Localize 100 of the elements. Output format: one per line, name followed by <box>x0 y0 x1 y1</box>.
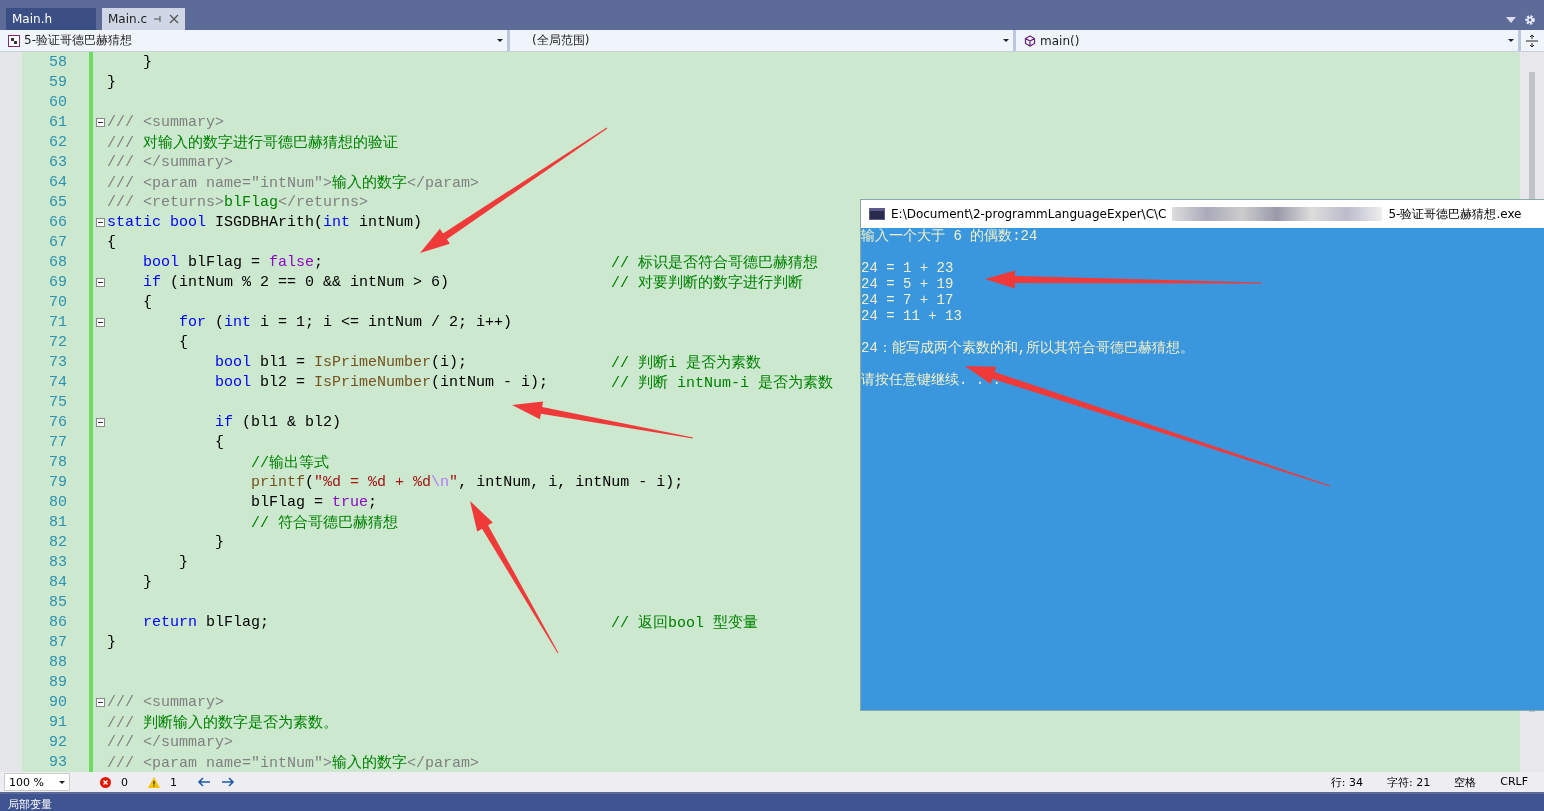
line-number: 79 <box>48 473 68 491</box>
code-line: for (int i = 1; i <= intNum / 2; i++) <box>178 313 513 331</box>
line-number: 70 <box>48 293 68 311</box>
settings-icon[interactable] <box>1524 14 1536 26</box>
code-line: /// </summary> <box>107 733 234 751</box>
line-number: 86 <box>48 613 68 631</box>
code-comment: // 判断 intNum-i 是否为素数 <box>611 373 834 392</box>
line-number: 76 <box>48 413 68 431</box>
code-line: } <box>142 573 152 591</box>
collapse-icon[interactable] <box>95 117 105 127</box>
line-number: 88 <box>48 653 68 671</box>
line-number: 87 <box>48 633 68 651</box>
line-number: 83 <box>48 553 68 571</box>
code-line: } <box>107 73 116 91</box>
warning-count[interactable]: 1 <box>170 775 177 789</box>
line-number: 73 <box>48 353 68 371</box>
code-line: printf("%d = %d + %d\n", intNum, i, intNum - i); <box>250 473 684 491</box>
line-number: 60 <box>48 93 68 111</box>
code-comment: // 对要判断的数字进行判断 <box>611 273 803 292</box>
collapse-icon[interactable] <box>95 217 105 227</box>
code-line: bool blFlag = false; <box>142 253 324 271</box>
code-line: if (intNum % 2 == 0 && intNum > 6) <box>142 273 450 291</box>
line-number: 59 <box>48 73 68 91</box>
console-output: 24：能写成两个素数的和,所以其符合哥德巴赫猜想。 <box>861 340 1195 356</box>
code-line: /// <param name="intNum">输入的数字</param> <box>107 753 480 772</box>
line-number: 62 <box>48 133 68 151</box>
console-icon <box>869 208 885 220</box>
code-line: } <box>214 533 225 551</box>
error-count[interactable]: 0 <box>121 775 128 789</box>
file-tab[interactable]: Main.c <box>102 8 186 30</box>
code-line: } <box>142 53 152 71</box>
console-output: 请按任意键继续. . . <box>861 372 1001 388</box>
line-number: 65 <box>48 193 68 211</box>
code-line: // 符合哥德巴赫猜想 <box>250 513 399 532</box>
line-number: 82 <box>48 533 68 551</box>
line-number: 81 <box>48 513 68 531</box>
warning-icon[interactable] <box>148 776 160 788</box>
line-number: 63 <box>48 153 68 171</box>
cube-icon <box>1024 34 1036 47</box>
code-line: if (bl1 & bl2) <box>214 413 342 431</box>
code-line: } <box>178 553 188 571</box>
collapse-icon[interactable] <box>95 417 105 427</box>
collapse-icon[interactable] <box>95 697 105 707</box>
line-number: 89 <box>48 673 68 691</box>
line-number: 80 <box>48 493 68 511</box>
error-icon[interactable] <box>100 776 111 788</box>
line-number: 90 <box>48 693 68 711</box>
code-line: bool bl1 = IsPrimeNumber(i); <box>214 353 468 371</box>
code-line: /// <returns>blFlag</returns> <box>107 193 369 211</box>
collapse-icon[interactable] <box>95 277 105 287</box>
line-number: 58 <box>48 53 68 71</box>
project-icon <box>8 34 20 47</box>
console-title: 5-验证哥德巴赫猜想.exe <box>1388 205 1522 223</box>
line-number: 93 <box>48 753 68 771</box>
line-number: 68 <box>48 253 68 271</box>
close-icon[interactable] <box>169 14 180 24</box>
console-output: 24 = 1 + 23 <box>861 260 954 276</box>
code-comment: // 标识是否符合哥德巴赫猜想 <box>611 253 818 272</box>
split-icon[interactable] <box>1525 33 1539 48</box>
panel-title[interactable]: 局部变量 <box>8 799 52 811</box>
code-line: } <box>107 633 116 651</box>
console-output: 24 = 11 + 13 <box>861 308 962 324</box>
code-line: /// <summary> <box>107 113 225 131</box>
code-line: /// </summary> <box>107 153 234 171</box>
line-position[interactable]: 行: 34 <box>1330 774 1363 790</box>
line-number: 66 <box>48 213 68 231</box>
file-tab[interactable]: Main.h <box>6 8 96 30</box>
code-line: { <box>142 293 152 311</box>
console-output: 24 = 5 + 19 <box>861 276 954 292</box>
line-number: 64 <box>48 173 68 191</box>
dropdown-caret-icon[interactable] <box>1506 17 1516 23</box>
line-number: 85 <box>48 593 68 611</box>
code-line: { <box>214 433 225 451</box>
line-number: 92 <box>48 733 68 751</box>
code-line: /// <param name="intNum">输入的数字</param> <box>107 173 480 192</box>
code-comment: // 返回bool 型变量 <box>611 613 758 632</box>
code-comment: // 判断i 是否为素数 <box>611 353 761 372</box>
back-arrow-icon[interactable] <box>197 777 211 787</box>
code-line: bool bl2 = IsPrimeNumber(intNum - i); <box>214 373 549 391</box>
code-line: { <box>107 233 116 251</box>
code-line: static bool ISGDBHArith(int intNum) <box>107 213 423 231</box>
code-line: /// 对输入的数字进行哥德巴赫猜想的验证 <box>107 133 398 152</box>
console-title: E:\Document\2-programmLanguageExper\C\C <box>891 207 1167 221</box>
line-number: 77 <box>48 433 68 451</box>
line-number: 69 <box>48 273 68 291</box>
char-position[interactable]: 字符: 21 <box>1387 774 1431 790</box>
line-number: 61 <box>48 113 68 131</box>
line-number: 72 <box>48 333 68 351</box>
line-number: 75 <box>48 393 68 411</box>
code-line: { <box>178 333 188 351</box>
indent-mode[interactable]: 空格 <box>1454 774 1477 790</box>
zoom-dropdown[interactable]: 100 % <box>4 773 70 791</box>
line-number: 84 <box>48 573 68 591</box>
collapse-icon[interactable] <box>95 317 105 327</box>
console-output: 输入一个大于 6 的偶数:24 <box>861 228 1038 244</box>
line-ending[interactable]: CRLF <box>1500 774 1528 790</box>
console-output: 24 = 7 + 17 <box>861 292 954 308</box>
code-line: blFlag = true; <box>250 493 378 511</box>
line-number: 91 <box>48 713 68 731</box>
forward-arrow-icon[interactable] <box>221 777 235 787</box>
